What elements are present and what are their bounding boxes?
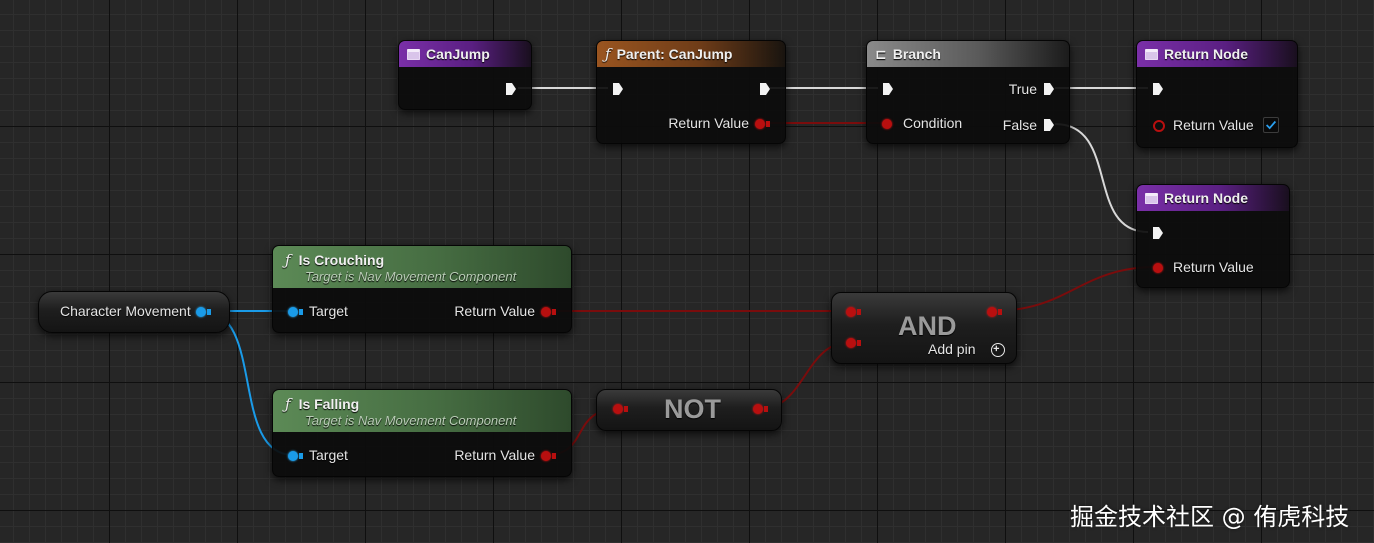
- function-entry-icon: [407, 48, 420, 60]
- and-input-b-pin[interactable]: [846, 338, 856, 348]
- return-value-pin[interactable]: [541, 451, 551, 461]
- checkmark-icon: [1266, 120, 1277, 130]
- true-exec-pin[interactable]: [1043, 82, 1055, 96]
- exec-in-pin[interactable]: [1152, 226, 1164, 240]
- return-node-bottom-title: Return Node: [1164, 190, 1248, 206]
- not-label: NOT: [664, 394, 721, 424]
- canjump-entry-header: CanJump: [399, 41, 531, 67]
- true-label: True: [1008, 81, 1037, 97]
- return-node-top-header: Return Node: [1137, 41, 1297, 67]
- is-falling-subtitle: Target is Nav Movement Component: [305, 412, 517, 428]
- exec-out-pin[interactable]: [759, 82, 771, 96]
- return-node-icon: [1145, 192, 1158, 204]
- is-crouching-header: ƒ Is Crouching Target is Nav Movement Com…: [273, 246, 571, 288]
- exec-in-pin[interactable]: [882, 82, 894, 96]
- not-output-pin-arrow: [764, 406, 768, 412]
- function-icon: ƒ: [285, 250, 291, 269]
- character-movement-label: Character Movement: [60, 303, 191, 319]
- false-label: False: [1002, 117, 1037, 133]
- canjump-entry-node[interactable]: CanJump: [398, 40, 532, 110]
- target-pin[interactable]: [288, 307, 298, 317]
- is-falling-node[interactable]: ƒ Is Falling Target is Nav Movement Compo…: [272, 389, 572, 477]
- return-node-bottom[interactable]: Return Node Return Value: [1136, 184, 1290, 288]
- parent-canjump-header: ƒ Parent: CanJump: [597, 41, 785, 67]
- return-value-label: Return Value: [1173, 259, 1254, 275]
- return-value-label: Return Value: [1173, 117, 1254, 133]
- target-pin-arrow: [299, 309, 303, 315]
- and-label: AND: [898, 311, 957, 341]
- not-input-pin-arrow: [624, 406, 628, 412]
- return-value-label: Return Value: [454, 303, 535, 319]
- plus-glyph: [993, 345, 1000, 352]
- return-value-pin[interactable]: [1153, 120, 1165, 132]
- condition-label: Condition: [903, 115, 963, 131]
- add-pin-label[interactable]: Add pin: [928, 341, 975, 357]
- and-input-a-pin-arrow: [857, 309, 861, 315]
- return-value-checkbox[interactable]: [1263, 117, 1279, 133]
- not-output-pin[interactable]: [753, 404, 763, 414]
- return-node-top-title: Return Node: [1164, 46, 1248, 62]
- is-crouching-node[interactable]: ƒ Is Crouching Target is Nav Movement Com…: [272, 245, 572, 333]
- return-value-pin-arrow: [552, 453, 556, 459]
- return-node-icon: [1145, 48, 1158, 60]
- return-value-pin-arrow: [552, 309, 556, 315]
- canjump-entry-title: CanJump: [426, 46, 490, 62]
- is-crouching-subtitle: Target is Nav Movement Component: [305, 268, 517, 284]
- parent-canjump-title: Parent: CanJump: [616, 46, 733, 62]
- target-label: Target: [309, 447, 348, 463]
- not-input-pin[interactable]: [613, 404, 623, 414]
- target-pin[interactable]: [288, 451, 298, 461]
- return-value-pin-arrow: [766, 121, 770, 127]
- and-node[interactable]: AND Add pin: [831, 292, 1017, 364]
- branch-icon: ⊏: [875, 45, 887, 62]
- return-node-top[interactable]: Return Node Return Value: [1136, 40, 1298, 148]
- return-value-label: Return Value: [454, 447, 535, 463]
- branch-header: ⊏ Branch: [867, 41, 1069, 67]
- and-output-pin[interactable]: [987, 307, 997, 317]
- return-value-label: Return Value: [668, 115, 749, 131]
- character-movement-variable[interactable]: Character Movement: [38, 291, 230, 333]
- return-value-pin[interactable]: [755, 119, 765, 129]
- exec-in-pin[interactable]: [612, 82, 624, 96]
- character-movement-pin-arrow: [207, 309, 211, 315]
- exec-out-pin[interactable]: [505, 82, 517, 96]
- target-pin-arrow: [299, 453, 303, 459]
- is-crouching-title: Is Crouching: [298, 251, 385, 268]
- and-input-b-pin-arrow: [857, 340, 861, 346]
- function-icon: ƒ: [285, 394, 291, 413]
- branch-node[interactable]: ⊏ Branch True Condition False: [866, 40, 1070, 144]
- and-output-pin-arrow: [998, 309, 1002, 315]
- is-falling-header: ƒ Is Falling Target is Nav Movement Compo…: [273, 390, 571, 432]
- not-node[interactable]: NOT: [596, 389, 782, 431]
- and-input-a-pin[interactable]: [846, 307, 856, 317]
- add-pin-icon[interactable]: [991, 343, 1005, 357]
- branch-title: Branch: [892, 46, 941, 62]
- is-falling-title: Is Falling: [298, 395, 360, 412]
- return-value-pin[interactable]: [1153, 263, 1163, 273]
- exec-in-pin[interactable]: [1152, 82, 1164, 96]
- function-icon: ƒ: [605, 45, 611, 63]
- target-label: Target: [309, 303, 348, 319]
- parent-canjump-node[interactable]: ƒ Parent: CanJump Return Value: [596, 40, 786, 144]
- character-movement-pin[interactable]: [196, 307, 206, 317]
- return-value-pin[interactable]: [541, 307, 551, 317]
- condition-pin[interactable]: [882, 119, 892, 129]
- watermark: 掘金技术社区 @ 侑虎科技: [1070, 503, 1350, 531]
- false-exec-pin[interactable]: [1043, 118, 1055, 132]
- return-node-bottom-header: Return Node: [1137, 185, 1289, 211]
